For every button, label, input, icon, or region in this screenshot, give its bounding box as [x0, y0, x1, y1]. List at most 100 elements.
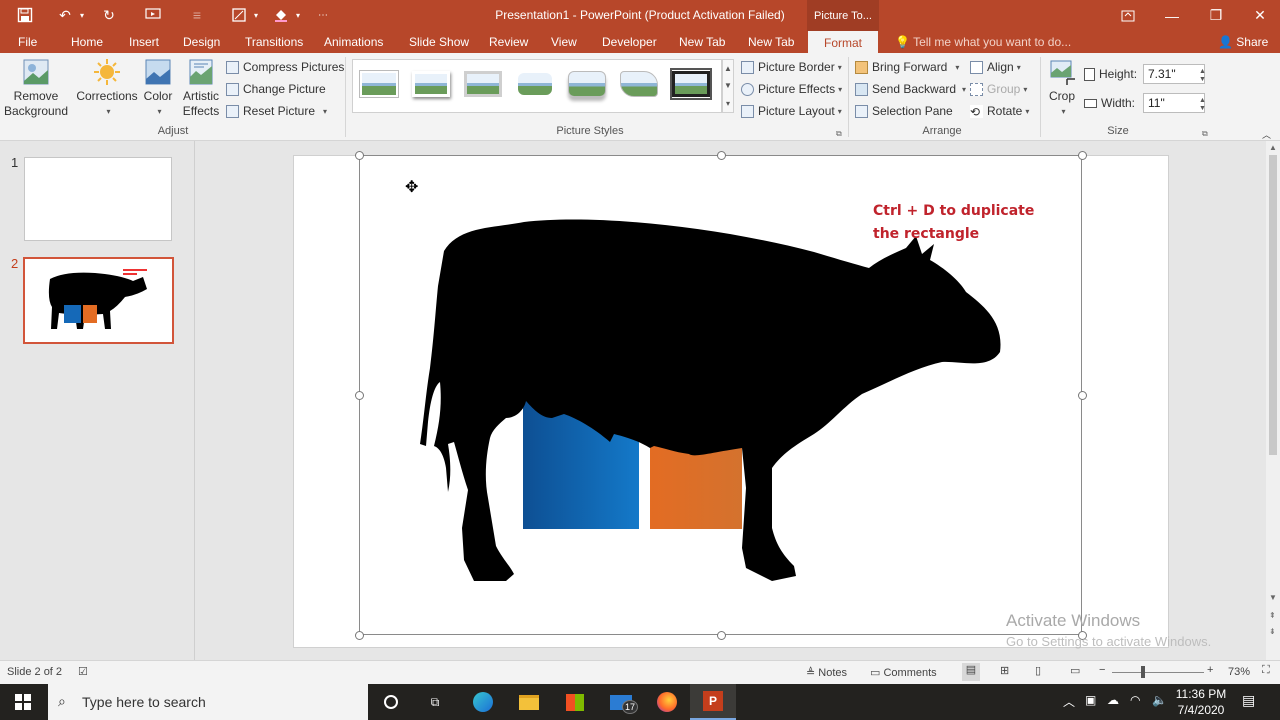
fill-dropdown-icon[interactable]: ▾: [292, 5, 304, 25]
compress-pictures-button[interactable]: Compress Pictures: [226, 58, 344, 76]
powerpoint-taskbar-icon[interactable]: P: [690, 684, 736, 720]
tab-insert[interactable]: Insert: [129, 35, 159, 49]
bring-forward-button[interactable]: Bring Forward ▾: [855, 58, 959, 76]
onedrive-icon[interactable]: ☁: [1107, 693, 1119, 707]
tell-me-search[interactable]: 💡 Tell me what you want to do...: [895, 35, 1071, 49]
selection-pane-button[interactable]: Selection Pane: [855, 102, 953, 120]
gallery-scroll[interactable]: ▲ ▼ ▾: [722, 59, 734, 113]
tab-new-tab-1[interactable]: New Tab: [679, 35, 725, 49]
slide-thumbnail-2[interactable]: [23, 257, 174, 344]
send-backward-button[interactable]: Send Backward ▾: [855, 80, 966, 98]
resize-handle[interactable]: [1078, 391, 1087, 400]
undo-icon[interactable]: ↶: [54, 5, 76, 25]
width-input[interactable]: 11": [1143, 93, 1205, 113]
gallery-up-icon[interactable]: ▲: [724, 64, 732, 73]
corrections-button[interactable]: Corrections ▾: [76, 57, 138, 119]
next-slide-icon[interactable]: ⇟: [1269, 627, 1276, 636]
picture-border-button[interactable]: Picture Border ▾: [741, 58, 842, 76]
spelling-check-icon[interactable]: ☑: [78, 665, 88, 678]
picture-style-4[interactable]: [514, 68, 556, 100]
shape-icon[interactable]: [228, 5, 250, 25]
zoom-slider-thumb[interactable]: [1141, 666, 1145, 678]
notes-button[interactable]: ≜ Notes: [806, 666, 847, 679]
fit-slide-icon[interactable]: ⛶: [1262, 664, 1270, 677]
zoom-out-icon[interactable]: −: [1099, 664, 1105, 676]
slide-sorter-icon[interactable]: ⊞: [1000, 664, 1009, 677]
tab-developer[interactable]: Developer: [602, 35, 657, 49]
redo-icon[interactable]: ↻: [98, 5, 120, 25]
share-button[interactable]: 👤 Share: [1218, 35, 1268, 49]
picture-style-3[interactable]: [462, 68, 504, 100]
picture-style-1[interactable]: [358, 68, 400, 100]
scroll-up-icon[interactable]: ▲: [1269, 143, 1277, 152]
cow-picture[interactable]: [294, 156, 1170, 649]
resize-handle[interactable]: [717, 151, 726, 160]
group-button[interactable]: Group ▾: [970, 80, 1027, 98]
resize-handle[interactable]: [355, 151, 364, 160]
change-picture-button[interactable]: Change Picture: [226, 80, 326, 98]
show-hidden-icons-icon[interactable]: ︿: [1063, 693, 1075, 710]
resize-handle[interactable]: [1078, 151, 1087, 160]
meet-now-icon[interactable]: ▣: [1085, 693, 1096, 707]
tab-review[interactable]: Review: [489, 35, 528, 49]
rotate-button[interactable]: ⟲ Rotate ▾: [970, 102, 1029, 120]
fill-color-icon[interactable]: [270, 5, 292, 25]
slideshow-view-icon[interactable]: ▭: [1070, 664, 1080, 677]
comments-button[interactable]: ▭ Comments: [870, 666, 937, 679]
tab-design[interactable]: Design: [183, 35, 220, 49]
height-input[interactable]: 7.31": [1143, 64, 1205, 84]
volume-icon[interactable]: 🔈: [1152, 693, 1167, 707]
taskbar-clock[interactable]: 11:36 PM 7/4/2020: [1172, 686, 1230, 718]
reset-picture-button[interactable]: Reset Picture ▾: [226, 102, 327, 120]
file-explorer-icon[interactable]: [506, 684, 552, 720]
resize-handle[interactable]: [717, 631, 726, 640]
draw-table-icon[interactable]: ≡: [186, 5, 208, 25]
vertical-scrollbar[interactable]: ▲ ▼ ⇞ ⇟: [1266, 141, 1280, 660]
ribbon-display-options-icon[interactable]: [1106, 0, 1150, 31]
save-icon[interactable]: [14, 5, 36, 25]
tab-view[interactable]: View: [551, 35, 577, 49]
tab-file[interactable]: File: [18, 35, 37, 49]
minimize-button[interactable]: —: [1150, 0, 1194, 31]
picture-style-7[interactable]: [670, 68, 712, 100]
taskbar-search-box[interactable]: ⌕ Type here to search: [48, 684, 368, 720]
zoom-level[interactable]: 73%: [1228, 666, 1250, 678]
slideshow-from-start-icon[interactable]: [142, 5, 164, 25]
height-spinner[interactable]: ▲ ▼: [1199, 68, 1206, 84]
tab-slide-show[interactable]: Slide Show: [409, 35, 469, 49]
customize-toolbar-icon[interactable]: ⋯: [314, 5, 332, 25]
width-spinner[interactable]: ▲ ▼: [1199, 97, 1206, 113]
tab-animations[interactable]: Animations: [324, 35, 383, 49]
shape-dropdown-icon[interactable]: ▾: [250, 5, 262, 25]
slide-canvas[interactable]: Ctrl + D to duplicate the rectangle: [293, 155, 1169, 648]
zoom-slider[interactable]: [1112, 672, 1204, 673]
reading-view-icon[interactable]: ▯: [1035, 664, 1041, 677]
resize-handle[interactable]: [355, 631, 364, 640]
slide-note-text[interactable]: Ctrl + D to duplicate the rectangle: [873, 200, 1034, 246]
restore-button[interactable]: ❐: [1194, 0, 1238, 31]
resize-handle[interactable]: [355, 391, 364, 400]
picture-style-5[interactable]: [566, 68, 608, 100]
gallery-down-icon[interactable]: ▼: [724, 81, 732, 90]
picture-effects-button[interactable]: Picture Effects ▾: [741, 80, 842, 98]
scroll-thumb[interactable]: [1269, 155, 1277, 455]
task-view-icon[interactable]: ⧉: [412, 684, 458, 720]
slide-thumbnail-1[interactable]: [24, 157, 172, 241]
picture-layout-button[interactable]: Picture Layout ▾: [741, 102, 842, 120]
crop-button[interactable]: Crop ▾: [1044, 57, 1080, 119]
scroll-down-icon[interactable]: ▼: [1269, 593, 1277, 602]
picture-style-6[interactable]: [618, 68, 660, 100]
undo-dropdown-icon[interactable]: ▾: [76, 5, 88, 25]
gallery-more-icon[interactable]: ▾: [726, 99, 730, 108]
tab-format[interactable]: Format: [808, 31, 878, 54]
microsoft-store-icon[interactable]: [552, 684, 598, 720]
remove-background-button[interactable]: Remove Background: [4, 57, 68, 119]
firefox-icon[interactable]: [644, 684, 690, 720]
zoom-in-icon[interactable]: +: [1207, 664, 1213, 676]
close-button[interactable]: ✕: [1238, 0, 1280, 31]
action-center-icon[interactable]: ▤: [1242, 692, 1255, 709]
picture-style-2[interactable]: [410, 68, 452, 100]
network-icon[interactable]: ◠: [1130, 693, 1140, 707]
mail-icon[interactable]: 17: [598, 684, 644, 720]
previous-slide-icon[interactable]: ⇞: [1269, 611, 1276, 620]
